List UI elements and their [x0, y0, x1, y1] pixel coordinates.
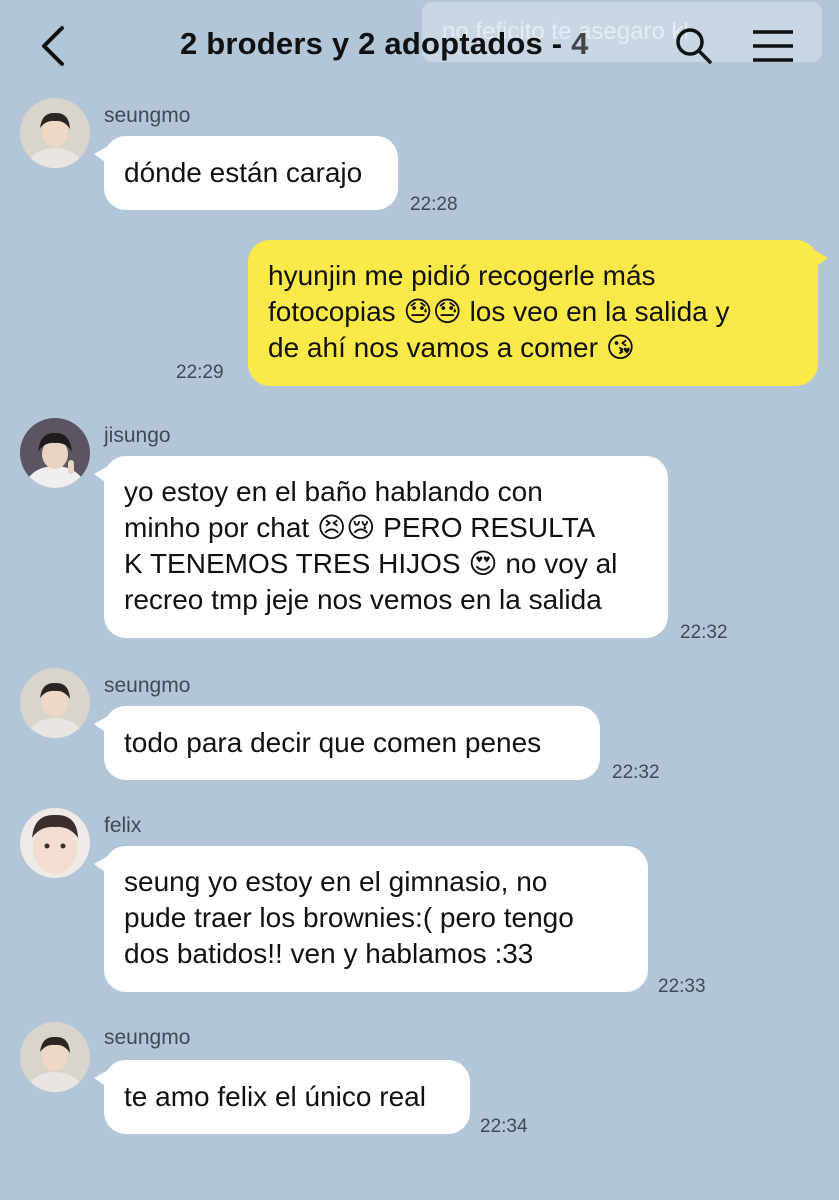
back-arrow-icon[interactable]	[36, 22, 76, 70]
search-icon[interactable]	[672, 24, 716, 68]
sender-name: jisungo	[104, 424, 171, 447]
avatar-jisungo[interactable]	[20, 418, 90, 488]
member-count: 4	[571, 26, 589, 61]
chat-title: 2 broders y 2 adoptados - 4	[180, 26, 589, 62]
message-time: 22:29	[176, 362, 224, 383]
sender-name: seungmo	[104, 1026, 191, 1049]
sender-name: seungmo	[104, 674, 191, 697]
message-time: 22:28	[410, 194, 458, 215]
message-bubble[interactable]: todo para decir que comen penes	[94, 706, 600, 780]
sender-name: felix	[104, 814, 142, 837]
sender-name: seungmo	[104, 104, 191, 127]
message-time: 22:33	[658, 976, 706, 997]
message-bubble[interactable]: te amo felix el único real	[94, 1060, 470, 1134]
message-time: 22:32	[612, 762, 660, 783]
message-bubble[interactable]: seung yo estoy en el gimnasio, no pude t…	[94, 846, 648, 992]
avatar-seungmo[interactable]	[20, 98, 90, 168]
avatar-seungmo[interactable]	[20, 668, 90, 738]
message-bubble[interactable]: dónde están carajo	[94, 136, 398, 210]
message-time: 22:34	[480, 1116, 528, 1137]
message-bubble[interactable]: yo estoy en el baño hablando con minho p…	[94, 456, 668, 638]
message-time: 22:32	[680, 622, 728, 643]
avatar-felix[interactable]	[20, 808, 90, 878]
message-bubble-outgoing[interactable]: hyunjin me pidió recogerle más fotocopia…	[248, 240, 828, 386]
avatar-seungmo[interactable]	[20, 1022, 90, 1092]
chat-title-text: 2 broders y 2 adoptados -	[180, 26, 572, 61]
chat-header: no feficito te asegaro kl 2 broders y 2 …	[0, 0, 839, 92]
hamburger-menu-icon[interactable]	[748, 24, 798, 68]
